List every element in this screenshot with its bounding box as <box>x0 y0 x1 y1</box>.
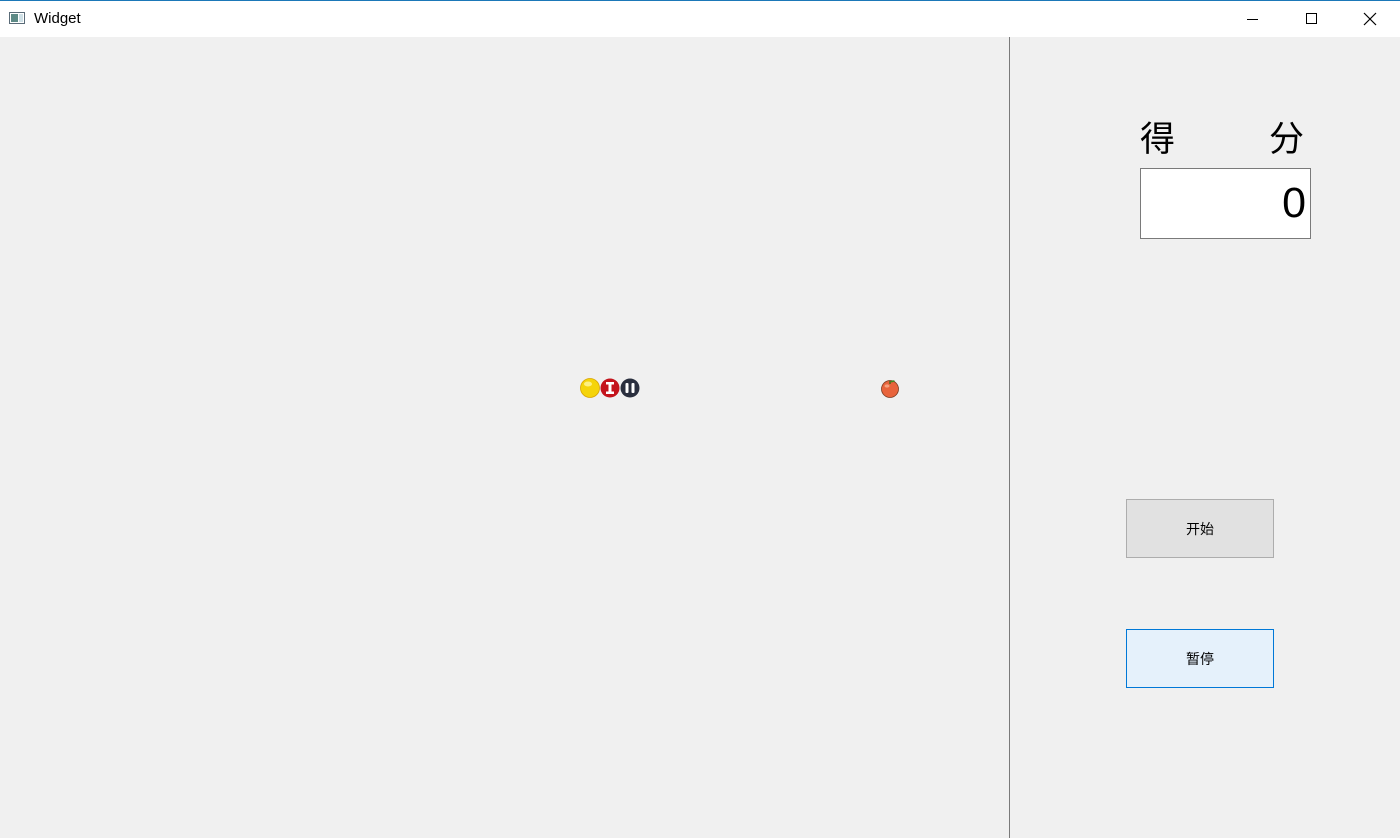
minimize-icon <box>1247 19 1258 20</box>
score-label: 得 分 <box>1140 111 1304 162</box>
window-title: Widget <box>34 10 81 27</box>
close-icon <box>1363 12 1377 26</box>
close-button[interactable] <box>1341 1 1399 37</box>
snake-head-icon <box>580 378 600 398</box>
start-button[interactable]: 开始 <box>1126 499 1274 558</box>
snake-body-icon <box>600 378 620 398</box>
app-window-icon <box>9 12 25 24</box>
snake-tail-icon <box>620 378 640 398</box>
game-board[interactable] <box>0 37 1009 838</box>
score-label-char: 得 <box>1140 120 1176 160</box>
apple-icon <box>881 380 899 398</box>
minimize-button[interactable] <box>1224 1 1282 37</box>
maximize-button[interactable] <box>1282 1 1340 37</box>
title-bar[interactable]: Widget <box>0 0 1400 37</box>
score-display: 0 <box>1140 168 1311 239</box>
pause-button[interactable]: 暂停 <box>1126 629 1274 688</box>
score-label-char: 分 <box>1268 120 1304 160</box>
maximize-icon <box>1306 13 1317 24</box>
